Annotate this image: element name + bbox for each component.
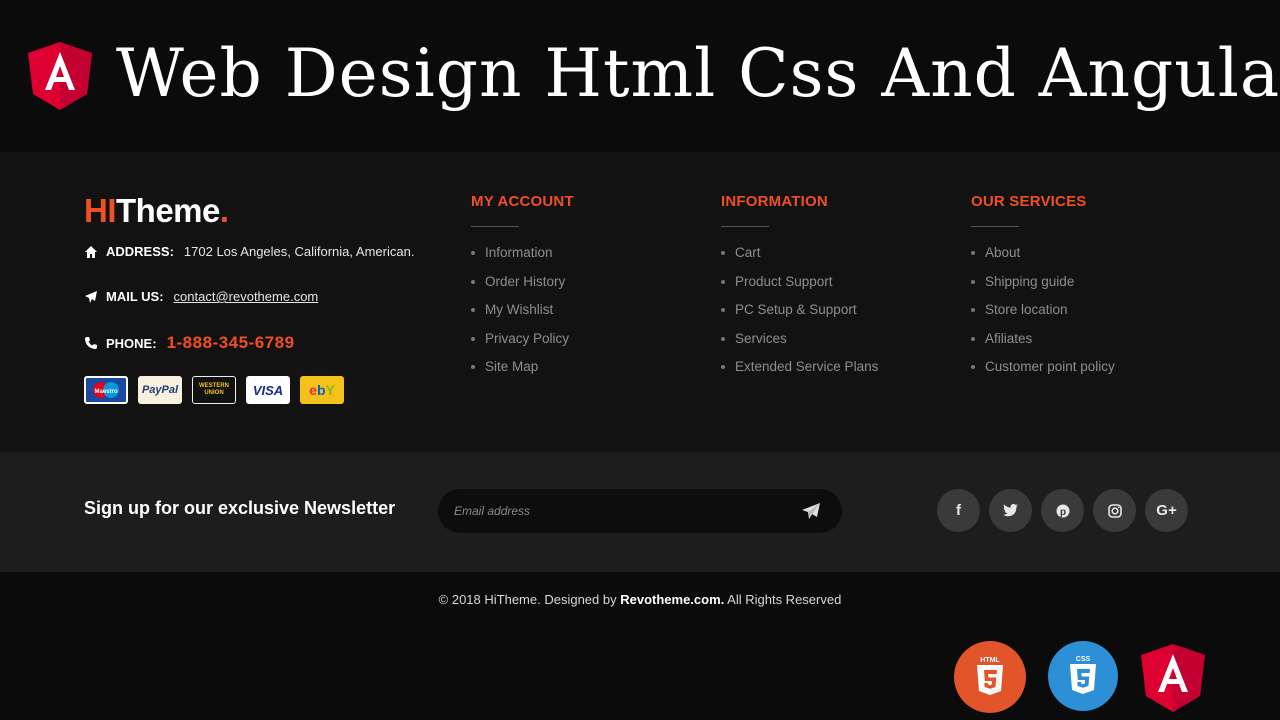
ebay-letter-y: Y — [325, 382, 335, 398]
google-plus-icon[interactable]: G+ — [1145, 489, 1188, 532]
copyright-brand-link[interactable]: Revotheme.com. — [620, 592, 724, 607]
home-icon — [85, 245, 97, 258]
contact-address: ADDRESS: 1702 Los Angeles, California, A… — [84, 244, 414, 259]
copyright-prefix: © 2018 HiTheme. Designed by — [438, 592, 621, 607]
html5-logo-icon: HTML — [954, 641, 1026, 713]
payment-methods: Maestro PayPal WESTERN UNION VISA ebY — [84, 376, 344, 404]
pinterest-p-icon: p — [1056, 504, 1069, 518]
link-list: Cart Product Support PC Setup & Support … — [721, 239, 878, 382]
footer-link[interactable]: Cart — [721, 239, 878, 268]
footer-link[interactable]: Order History — [471, 268, 574, 297]
column-my-account: MY ACCOUNT Information Order History My … — [471, 193, 574, 382]
phone-label: PHONE: — [106, 335, 157, 351]
footer-link[interactable]: Privacy Policy — [471, 325, 574, 354]
column-title: OUR SERVICES — [971, 193, 1087, 210]
pinterest-icon[interactable]: p — [1041, 489, 1084, 532]
copyright-suffix: All Rights Reserved — [724, 592, 842, 607]
maestro-card-icon: Maestro — [84, 376, 128, 404]
svg-text:HTML: HTML — [980, 657, 1000, 664]
video-banner: Web Design Html Css And Angular — [0, 0, 1280, 152]
link-list: About Shipping guide Store location Afil… — [971, 239, 1115, 382]
address-value: 1702 Los Angeles, California, American. — [183, 244, 415, 259]
brand-logo-hi: HI — [84, 192, 117, 229]
column-divider — [721, 226, 769, 227]
social-links: f p G+ — [937, 489, 1188, 532]
footer-link[interactable]: Shipping guide — [971, 268, 1115, 297]
paper-plane-icon — [85, 290, 97, 303]
banner-title: Web Design Html Css And Angular — [116, 35, 1280, 112]
newsletter-form — [438, 489, 842, 533]
ebay-letter-e: e — [309, 382, 317, 398]
svg-text:p: p — [1059, 507, 1065, 518]
twitter-icon[interactable] — [989, 489, 1032, 532]
column-title: INFORMATION — [721, 193, 828, 210]
angular-icon — [28, 42, 92, 110]
css3-shield-icon: CSS — [1070, 656, 1096, 694]
svg-text:Maestro: Maestro — [94, 389, 117, 395]
paypal-card-icon: PayPal — [138, 376, 182, 404]
column-divider — [471, 226, 519, 227]
footer-link[interactable]: Information — [471, 239, 574, 268]
footer-link[interactable]: Customer point policy — [971, 353, 1115, 382]
instagram-camera-icon — [1107, 503, 1122, 518]
send-icon[interactable] — [800, 501, 822, 521]
copyright-text: © 2018 HiTheme. Designed by Revotheme.co… — [0, 592, 1280, 607]
phone-icon — [85, 337, 97, 349]
footer-link[interactable]: About — [971, 239, 1115, 268]
html5-shield-icon: HTML — [977, 657, 1003, 695]
mail-label: MAIL US: — [106, 289, 164, 304]
footer-link[interactable]: Services — [721, 325, 878, 354]
footer-link[interactable]: Site Map — [471, 353, 574, 382]
twitter-bird-icon — [1003, 504, 1018, 517]
column-title: MY ACCOUNT — [471, 193, 574, 210]
instagram-icon[interactable] — [1093, 489, 1136, 532]
link-list: Information Order History My Wishlist Pr… — [471, 239, 574, 382]
brand-logo-dot: . — [219, 192, 229, 229]
ebay-card-icon: ebY — [300, 376, 344, 404]
facebook-icon[interactable]: f — [937, 489, 980, 532]
column-divider — [971, 226, 1019, 227]
footer-link[interactable]: Extended Service Plans — [721, 353, 878, 382]
visa-card-icon: VISA — [246, 376, 290, 404]
ebay-letter-b: b — [316, 382, 326, 398]
western-union-card-icon: WESTERN UNION — [192, 376, 236, 404]
mail-link[interactable]: contact@revotheme.com — [174, 289, 319, 304]
footer-link[interactable]: Store location — [971, 296, 1115, 325]
column-our-services: OUR SERVICES About Shipping guide Store … — [971, 193, 1115, 382]
footer-link[interactable]: Product Support — [721, 268, 878, 297]
angular-logo-icon — [1141, 644, 1205, 712]
footer-link[interactable]: PC Setup & Support — [721, 296, 878, 325]
newsletter-title: Sign up for our exclusive Newsletter — [84, 498, 396, 518]
contact-phone: PHONE: 1-888-345-6789 — [84, 333, 295, 353]
brand-logo[interactable]: HITheme. — [84, 194, 229, 228]
address-label: ADDRESS: — [106, 244, 174, 259]
footer-link[interactable]: Afiliates — [971, 325, 1115, 354]
footer-link[interactable]: My Wishlist — [471, 296, 574, 325]
contact-mail: MAIL US: contact@revotheme.com — [84, 289, 318, 304]
column-information: INFORMATION Cart Product Support PC Setu… — [721, 193, 878, 382]
brand-logo-rest: Theme — [116, 192, 220, 229]
phone-value[interactable]: 1-888-345-6789 — [167, 333, 295, 353]
maestro-circles-icon: Maestro — [93, 382, 119, 398]
svg-text:CSS: CSS — [1076, 656, 1091, 663]
email-input[interactable] — [454, 489, 784, 533]
css3-logo-icon: CSS — [1048, 641, 1118, 711]
